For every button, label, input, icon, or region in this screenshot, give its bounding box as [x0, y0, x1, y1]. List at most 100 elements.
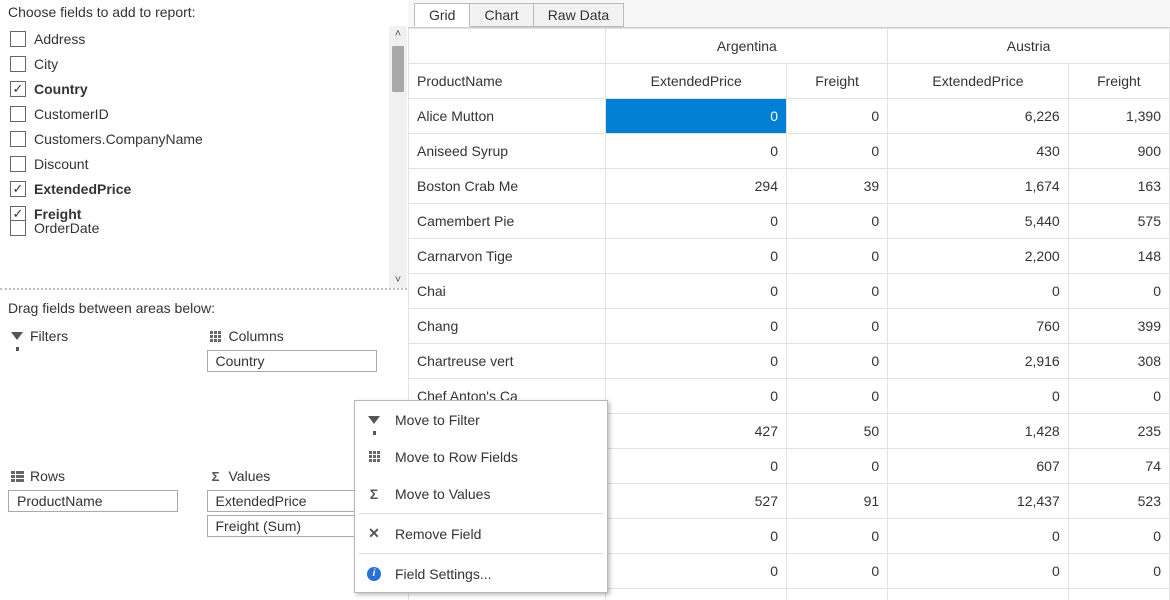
- data-cell[interactable]: 760: [888, 309, 1069, 344]
- filters-area[interactable]: Filters: [6, 324, 205, 464]
- data-cell[interactable]: 0: [888, 519, 1069, 554]
- data-cell[interactable]: 523: [1068, 484, 1169, 519]
- data-cell[interactable]: 0: [606, 134, 787, 169]
- data-cell[interactable]: 0: [786, 204, 887, 239]
- data-cell[interactable]: 427: [606, 414, 787, 449]
- value-field-chip[interactable]: ExtendedPrice: [207, 490, 377, 512]
- data-cell[interactable]: 0: [606, 554, 787, 589]
- row-field-chip[interactable]: ProductName: [8, 490, 178, 512]
- data-cell[interactable]: 0: [606, 449, 787, 484]
- tab-grid[interactable]: Grid: [414, 3, 470, 27]
- product-cell[interactable]: Aniseed Syrup: [409, 134, 606, 169]
- field-checkbox[interactable]: [10, 181, 26, 197]
- product-cell[interactable]: Chai: [409, 274, 606, 309]
- data-cell[interactable]: 148: [1068, 239, 1169, 274]
- data-cell[interactable]: 0: [606, 519, 787, 554]
- product-cell[interactable]: Boston Crab Me: [409, 169, 606, 204]
- value-header[interactable]: Freight: [1068, 64, 1169, 99]
- field-checkbox[interactable]: [10, 56, 26, 72]
- context-menu-item[interactable]: Move to Values: [355, 475, 607, 512]
- scroll-down-icon[interactable]: ˅: [395, 274, 401, 286]
- data-cell[interactable]: 0: [606, 589, 787, 600]
- data-cell[interactable]: 399: [1068, 309, 1169, 344]
- product-cell[interactable]: Carnarvon Tige: [409, 239, 606, 274]
- context-menu-item[interactable]: Field Settings...: [355, 555, 607, 592]
- data-cell[interactable]: 1,674: [888, 169, 1069, 204]
- field-row[interactable]: CustomerID: [10, 101, 407, 126]
- data-cell[interactable]: 74: [1068, 449, 1169, 484]
- data-cell[interactable]: 5,440: [888, 204, 1069, 239]
- data-cell[interactable]: 6,226: [888, 99, 1069, 134]
- data-cell[interactable]: 2,916: [888, 344, 1069, 379]
- field-list-scrollbar[interactable]: ˄ ˅: [389, 26, 407, 288]
- data-cell[interactable]: 0: [786, 99, 887, 134]
- context-menu-item[interactable]: Move to Filter: [355, 401, 607, 438]
- data-cell[interactable]: 0: [606, 99, 787, 134]
- data-cell[interactable]: 1,390: [1068, 99, 1169, 134]
- field-checkbox[interactable]: [10, 31, 26, 47]
- data-cell[interactable]: 0: [1068, 379, 1169, 414]
- data-cell[interactable]: 0: [786, 239, 887, 274]
- data-cell[interactable]: 0: [888, 554, 1069, 589]
- data-cell[interactable]: 0: [786, 379, 887, 414]
- product-cell[interactable]: Chartreuse vert: [409, 344, 606, 379]
- rows-area[interactable]: Rows ProductName: [6, 464, 205, 556]
- data-cell[interactable]: 235: [1068, 414, 1169, 449]
- data-cell[interactable]: 0: [786, 309, 887, 344]
- data-cell[interactable]: 12,437: [888, 484, 1069, 519]
- context-menu-item[interactable]: Remove Field: [355, 515, 607, 552]
- field-checkbox[interactable]: [10, 131, 26, 147]
- data-cell[interactable]: 0: [786, 589, 887, 600]
- data-cell[interactable]: 607: [888, 449, 1069, 484]
- data-cell[interactable]: 430: [888, 134, 1069, 169]
- data-cell[interactable]: 0: [786, 274, 887, 309]
- country-header[interactable]: Argentina: [606, 29, 888, 64]
- data-cell[interactable]: 1,036: [888, 589, 1069, 600]
- data-cell[interactable]: 0: [888, 274, 1069, 309]
- data-cell[interactable]: 294: [606, 169, 787, 204]
- data-cell[interactable]: 169: [1068, 589, 1169, 600]
- field-row[interactable]: OrderDate: [10, 215, 407, 240]
- column-field-chip[interactable]: Country: [207, 350, 377, 372]
- field-checkbox[interactable]: [10, 81, 26, 97]
- country-header[interactable]: Austria: [888, 29, 1170, 64]
- data-cell[interactable]: 0: [606, 309, 787, 344]
- value-header[interactable]: ExtendedPrice: [606, 64, 787, 99]
- field-row[interactable]: Discount: [10, 151, 407, 176]
- data-cell[interactable]: 0: [606, 204, 787, 239]
- data-cell[interactable]: 900: [1068, 134, 1169, 169]
- tab-raw-data[interactable]: Raw Data: [533, 3, 624, 27]
- data-cell[interactable]: 0: [606, 239, 787, 274]
- tab-chart[interactable]: Chart: [469, 3, 533, 27]
- data-cell[interactable]: 0: [606, 274, 787, 309]
- data-cell[interactable]: 0: [606, 379, 787, 414]
- data-cell[interactable]: 0: [786, 134, 887, 169]
- field-checkbox[interactable]: [10, 106, 26, 122]
- field-row[interactable]: City: [10, 51, 407, 76]
- data-cell[interactable]: 0: [888, 379, 1069, 414]
- field-checkbox[interactable]: [10, 156, 26, 172]
- data-cell[interactable]: 308: [1068, 344, 1169, 379]
- data-cell[interactable]: 0: [786, 519, 887, 554]
- row-header[interactable]: ProductName: [409, 64, 606, 99]
- data-cell[interactable]: 91: [786, 484, 887, 519]
- data-cell[interactable]: 163: [1068, 169, 1169, 204]
- scroll-up-icon[interactable]: ˄: [395, 28, 401, 40]
- data-cell[interactable]: 1,428: [888, 414, 1069, 449]
- data-cell[interactable]: 2,200: [888, 239, 1069, 274]
- context-menu-item[interactable]: Move to Row Fields: [355, 438, 607, 475]
- data-cell[interactable]: 39: [786, 169, 887, 204]
- product-cell[interactable]: Chang: [409, 309, 606, 344]
- field-row[interactable]: Country: [10, 76, 407, 101]
- data-cell[interactable]: 50: [786, 414, 887, 449]
- field-checkbox[interactable]: [10, 220, 26, 236]
- data-cell[interactable]: 0: [786, 344, 887, 379]
- data-cell[interactable]: 0: [1068, 519, 1169, 554]
- field-row[interactable]: ExtendedPrice: [10, 176, 407, 201]
- value-header[interactable]: Freight: [786, 64, 887, 99]
- scroll-thumb[interactable]: [392, 46, 404, 92]
- product-cell[interactable]: Camembert Pie: [409, 204, 606, 239]
- data-cell[interactable]: 575: [1068, 204, 1169, 239]
- product-cell[interactable]: Alice Mutton: [409, 99, 606, 134]
- data-cell[interactable]: 527: [606, 484, 787, 519]
